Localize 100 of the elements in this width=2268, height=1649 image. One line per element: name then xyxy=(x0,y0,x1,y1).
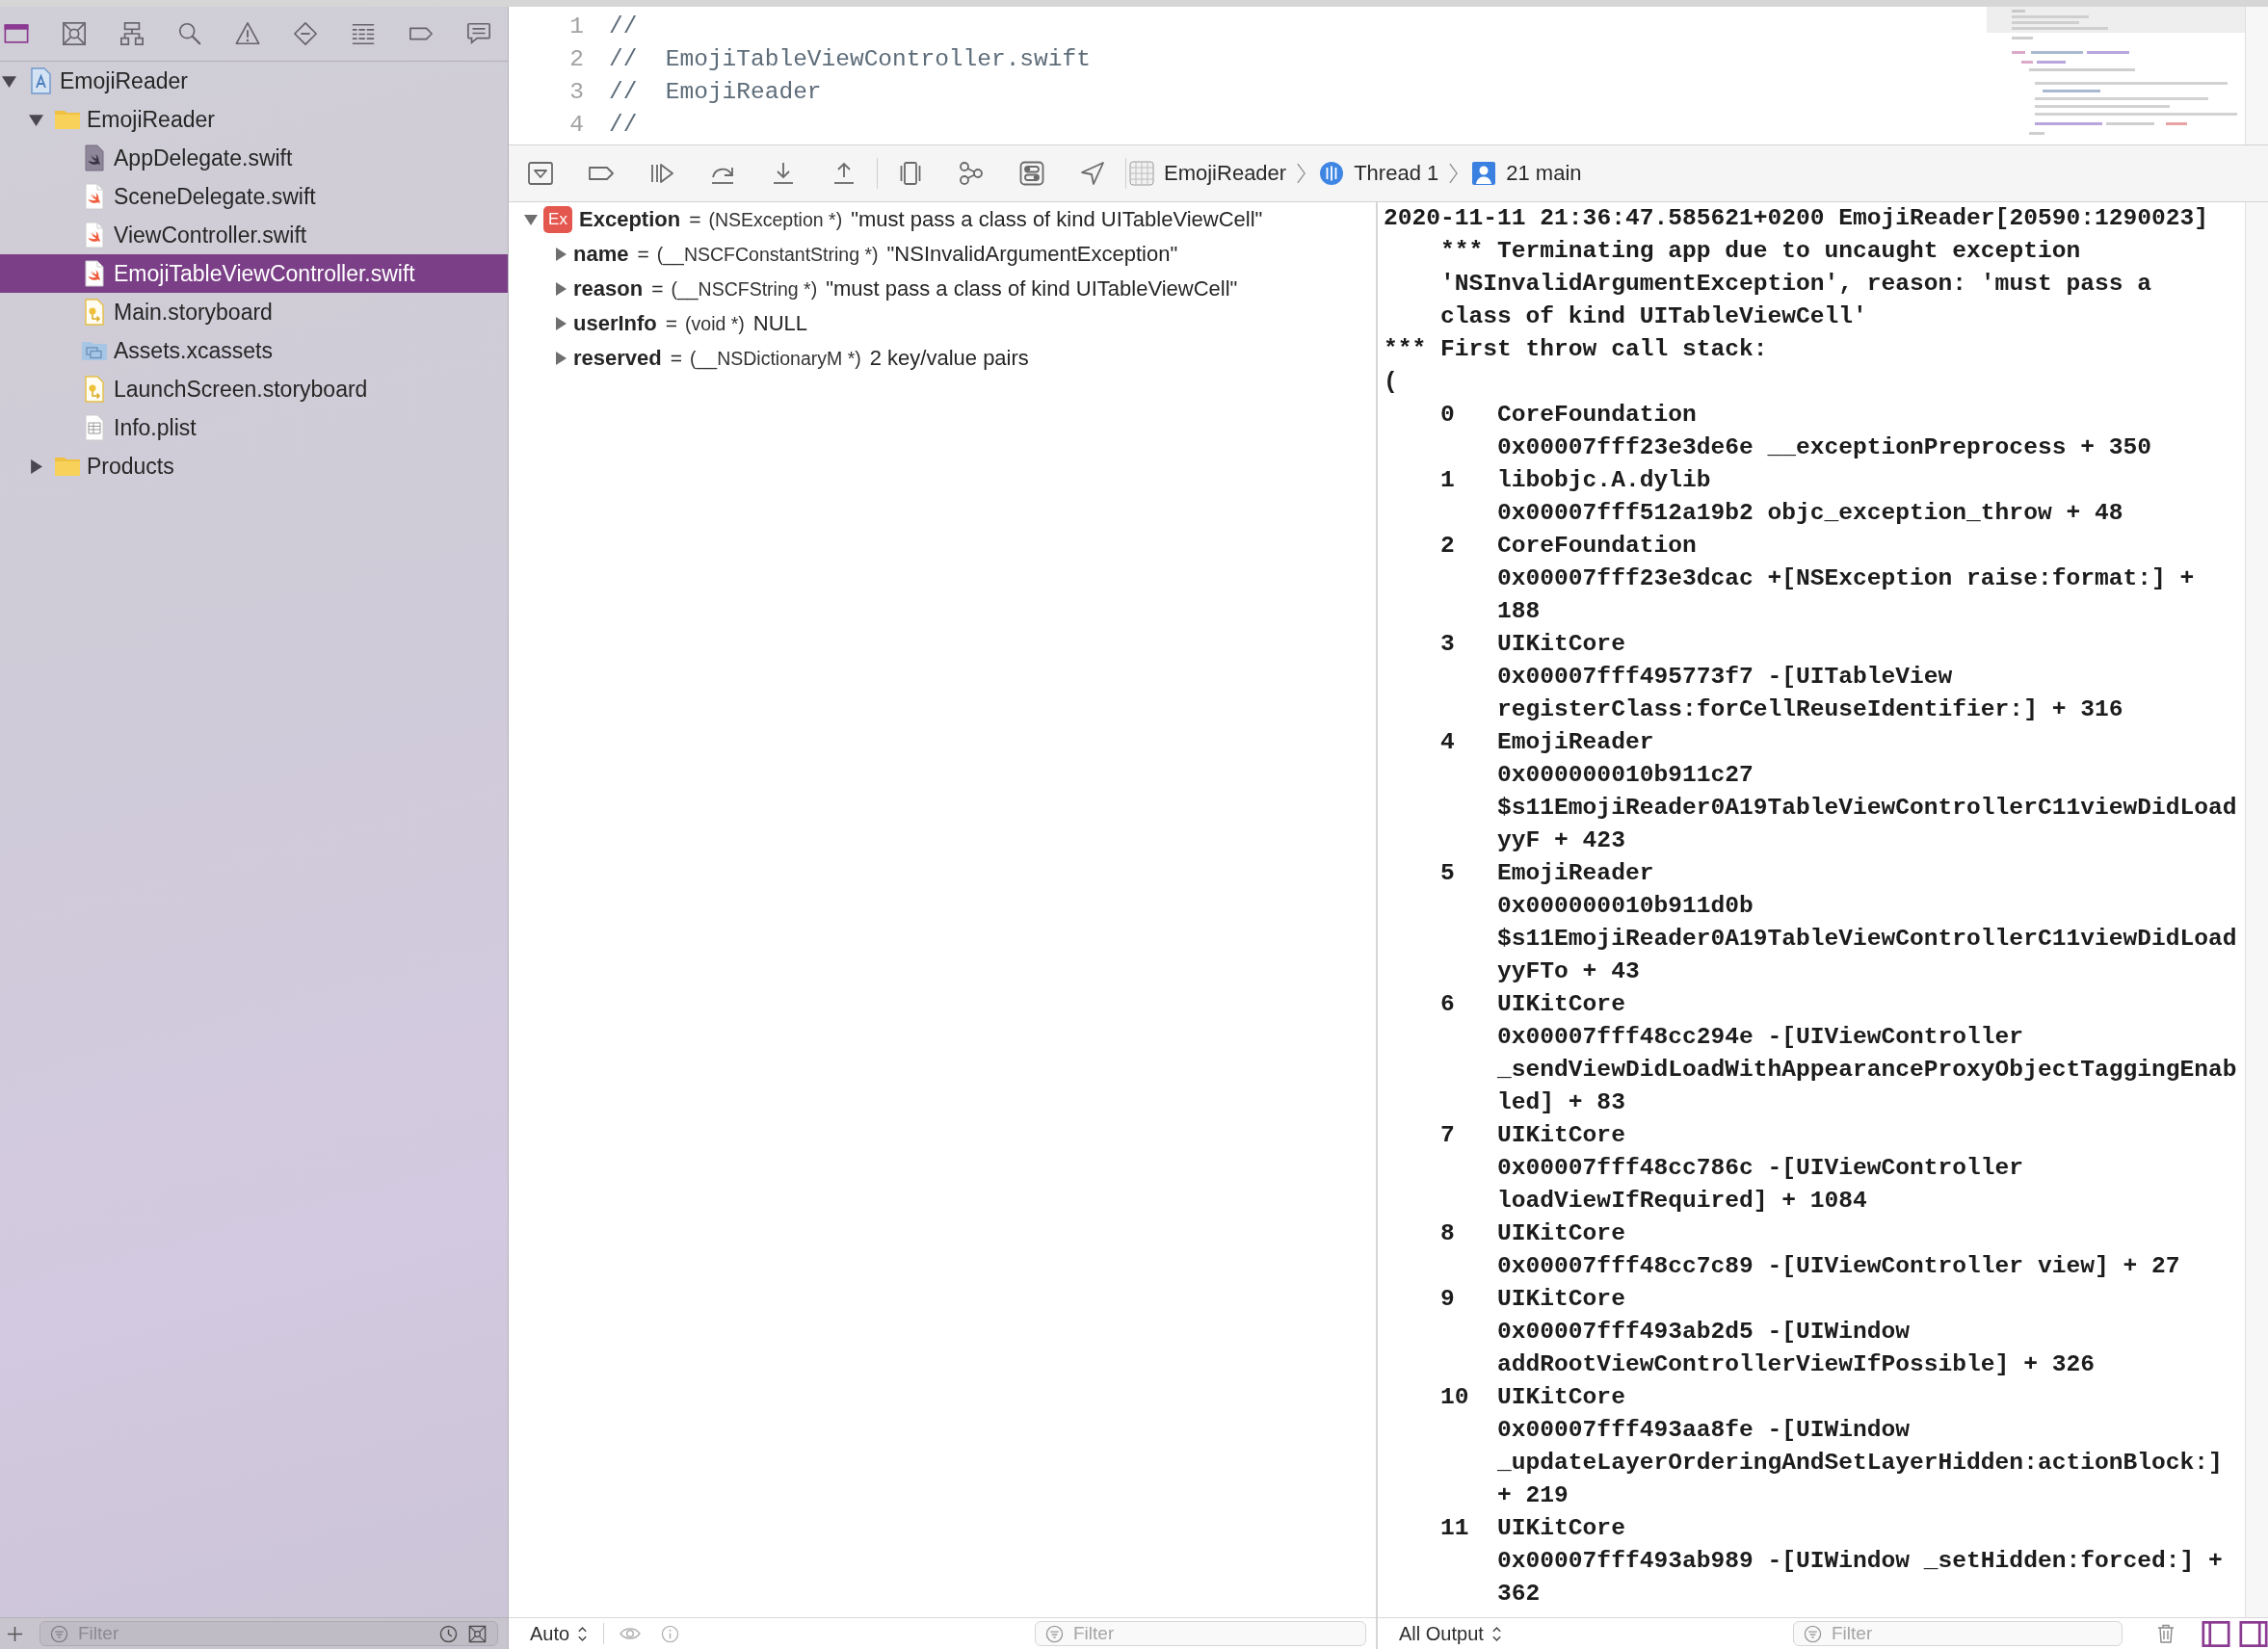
frame-symbol: 0x000000010b911c27 $s11EmojiReader0A19TableViewControllerC11viewDidLoad yyF + 423 xyxy=(1497,761,2237,855)
variable-type: (__NSCFConstantString *) xyxy=(656,243,879,266)
frame-number: 11 xyxy=(1440,1515,1469,1541)
view-toggle[interactable] xyxy=(2239,1620,2268,1647)
frame-number: 6 xyxy=(1440,991,1455,1017)
code-comment: // EmojiReader xyxy=(609,78,822,105)
code-comment: // xyxy=(609,13,638,39)
equals-sign: = xyxy=(670,347,682,370)
add-icon[interactable] xyxy=(7,1625,23,1642)
log-message: 2020-11-11 21:36:47.585621+0200 EmojiReader[20590:1290023] *** Terminating app due to uncaught exception 'NSInvalidArgumentException', reason: 'must pass a class of kind UITableViewCell' xyxy=(1384,204,2208,331)
disclosure-triangle-icon[interactable] xyxy=(554,248,567,261)
navigator-item[interactable]: EmojiReader xyxy=(0,62,508,100)
chevron-icon xyxy=(1449,163,1459,184)
frame-symbol: 0x00007fff23e3de6e __exceptionPreprocess + 350 xyxy=(1497,433,2151,462)
equals-sign: = xyxy=(637,243,649,266)
disclosure-triangle-icon[interactable] xyxy=(29,458,43,474)
equals-sign: = xyxy=(689,208,701,231)
equals-sign: = xyxy=(665,312,678,335)
parenthesis: ( xyxy=(1384,368,1398,397)
variable-type: (NSException *) xyxy=(708,208,843,231)
navigator-item[interactable]: EmojiTableViewController.swift xyxy=(0,254,508,293)
list-icon xyxy=(351,21,376,46)
line-number: 2 xyxy=(568,45,584,72)
toggles-icon xyxy=(1018,160,1045,187)
disclosure-triangle-icon[interactable] xyxy=(554,352,567,365)
library-name: UIKitCore xyxy=(1497,1285,1625,1314)
variable-name: reason xyxy=(573,276,644,301)
variable-value: "must pass a class of kind UITableViewCell" xyxy=(851,207,1263,232)
navigator-item[interactable]: EmojiReader xyxy=(0,100,508,139)
code-comment: // EmojiTableViewController.swift xyxy=(609,45,1091,72)
frame-symbol: 0x00007fff493ab989 -[UIWindow _setHidden:forced:] + 362 xyxy=(1497,1547,2223,1609)
up-down-chevron-icon xyxy=(577,1625,589,1642)
clock-icon[interactable] xyxy=(439,1624,458,1643)
boxed-circle-icon[interactable] xyxy=(468,1624,487,1643)
frame-number: 8 xyxy=(1440,1220,1455,1246)
disclosure-triangle-icon[interactable] xyxy=(29,112,43,127)
frame-number: 4 xyxy=(1440,729,1455,755)
library-name: EmojiReader xyxy=(1497,728,1654,757)
frame-number: 9 xyxy=(1440,1286,1455,1312)
striped-circle-icon xyxy=(1319,161,1345,186)
variable-name: userInfo xyxy=(573,311,657,336)
line-number: 3 xyxy=(568,78,584,105)
library-name: UIKitCore xyxy=(1497,1121,1625,1150)
library-name: UIKitCore xyxy=(1497,1383,1625,1412)
boxed-circle-icon xyxy=(62,21,87,46)
line-number: 1 xyxy=(568,13,584,39)
variable-value: "must pass a class of kind UITableViewCell" xyxy=(826,276,1238,301)
chevron-icon xyxy=(1297,163,1306,184)
navigator-item[interactable]: AppDelegate.swift xyxy=(0,139,508,177)
frame-number: 7 xyxy=(1440,1122,1455,1148)
disclosure-triangle-icon[interactable] xyxy=(554,282,567,296)
filter-field[interactable]: Filter xyxy=(1035,1621,1366,1646)
split-view-icon xyxy=(2239,1620,2268,1647)
location-arrow-icon xyxy=(1079,160,1106,187)
navigator-item[interactable]: Assets.xcassets xyxy=(0,331,508,370)
exception-badge: Ex xyxy=(543,206,572,233)
variable-type: (void *) xyxy=(685,312,745,335)
filter-icon xyxy=(1045,1624,1064,1643)
library-name: UIKitCore xyxy=(1497,630,1625,659)
frame-number: 10 xyxy=(1440,1384,1469,1410)
navigator-item[interactable]: LaunchScreen.storyboard xyxy=(0,370,508,408)
frame-symbol: 0x00007fff48cc294e -[UIViewController _sendViewDidLoadWithAppearanceProxyObjectTaggingEnab led] + 83 xyxy=(1497,1023,2237,1117)
navigator-item[interactable]: Main.storyboard xyxy=(0,293,508,331)
variable-name: name xyxy=(573,242,629,267)
navigator-item[interactable]: Products xyxy=(0,447,508,485)
library-name: EmojiReader xyxy=(1497,859,1654,888)
navigator-item[interactable]: SceneDelegate.swift xyxy=(0,177,508,216)
disclosure-triangle-icon[interactable] xyxy=(2,73,16,89)
scrollbar[interactable] xyxy=(2245,202,2268,1617)
breadcrumb-item[interactable]: 21 main xyxy=(1471,161,1582,186)
library-name: UIKitCore xyxy=(1497,990,1625,1019)
breadcrumb-item[interactable]: EmojiReader xyxy=(1129,161,1287,186)
variable-type: (__NSDictionaryM *) xyxy=(690,347,861,370)
navigator-item[interactable]: Info.plist xyxy=(0,408,508,447)
frame-number: 2 xyxy=(1440,533,1455,559)
library-name: CoreFoundation xyxy=(1497,532,1697,561)
frame-number: 0 xyxy=(1440,402,1455,428)
trash-icon[interactable] xyxy=(2155,1623,2176,1644)
line-number: 4 xyxy=(568,111,584,138)
filter-field[interactable]: Filter xyxy=(1793,1621,2123,1646)
person-icon xyxy=(1471,161,1497,186)
folder-icon xyxy=(4,21,29,46)
scope-popup[interactable]: Auto xyxy=(530,1622,589,1645)
code-comment: // xyxy=(609,111,638,138)
filter-icon xyxy=(1804,1624,1822,1643)
frame-symbol: 0x00007fff48cc786c -[UIViewController loadViewIfRequired] + 1084 xyxy=(1497,1154,2024,1216)
disclosure-triangle-icon[interactable] xyxy=(524,213,538,226)
variable-type: (__NSCFString *) xyxy=(671,277,818,301)
frame-symbol: 0x00007fff495773f7 -[UITableView registerClass:forCellReuseIdentifier:] + 316 xyxy=(1497,663,2123,724)
up-down-chevron-icon xyxy=(1490,1625,1502,1642)
view-toggle[interactable] xyxy=(2202,1620,2230,1647)
frame-symbol: 0x00007fff512a19b2 objc_exception_throw + 48 xyxy=(1497,499,2123,528)
navigator-item[interactable]: ViewController.swift xyxy=(0,216,508,254)
frame-number: 3 xyxy=(1440,631,1455,657)
frame-number: 5 xyxy=(1440,860,1455,886)
app-grid-icon xyxy=(1129,161,1154,186)
breadcrumb-item[interactable]: Thread 1 xyxy=(1319,161,1439,186)
scrollbar[interactable] xyxy=(2245,7,2268,144)
output-popup[interactable]: All Output xyxy=(1399,1622,1502,1645)
disclosure-triangle-icon[interactable] xyxy=(554,317,567,330)
